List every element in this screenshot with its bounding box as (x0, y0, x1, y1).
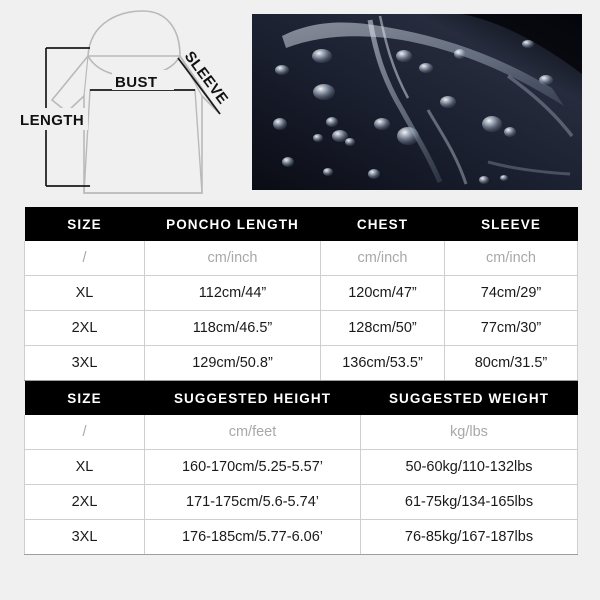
cell-chest: 120cm/47” (320, 275, 445, 311)
cell-sleeve: 80cm/31.5” (444, 345, 578, 381)
size-fit-table: SIZE SUGGESTED HEIGHT SUGGESTED WEIGHT /… (24, 381, 578, 555)
table-row: XL 112cm/44” 120cm/47” 74cm/29” (24, 275, 578, 311)
size-chart-tables: SIZE PONCHO LENGTH CHEST SLEEVE / cm/inc… (24, 207, 578, 555)
unit-cell-height: cm/feet (144, 415, 361, 450)
cell-suggested-height: 171-175cm/5.6-5.74’ (144, 484, 361, 520)
water-droplet (326, 117, 338, 127)
unit-cell-sleeve: cm/inch (444, 241, 578, 276)
water-droplet (397, 127, 419, 145)
cell-suggested-weight: 76-85kg/167-187lbs (360, 519, 578, 555)
cell-chest: 128cm/50” (320, 310, 445, 346)
column-header-size: SIZE (24, 207, 145, 241)
cell-suggested-height: 176-185cm/5.77-6.06’ (144, 519, 361, 555)
column-header-chest: CHEST (320, 207, 445, 241)
water-droplet (500, 175, 508, 181)
table-row: 3XL 129cm/50.8” 136cm/53.5” 80cm/31.5” (24, 345, 578, 381)
table-header-row: SIZE SUGGESTED HEIGHT SUGGESTED WEIGHT (24, 381, 578, 415)
top-illustration-area: LENGTH BUST SLEEVE (0, 0, 600, 200)
water-droplet (313, 84, 335, 100)
column-header-size: SIZE (24, 381, 145, 415)
water-droplet (345, 138, 355, 146)
cell-chest: 136cm/53.5” (320, 345, 445, 381)
sleeve-label: SLEEVE (181, 48, 232, 107)
column-header-poncho-length: PONCHO LENGTH (144, 207, 321, 241)
water-droplet (282, 157, 294, 167)
size-measurements-table: SIZE PONCHO LENGTH CHEST SLEEVE / cm/inc… (24, 207, 578, 381)
cell-poncho-length: 112cm/44” (144, 275, 321, 311)
column-header-suggested-height: SUGGESTED HEIGHT (144, 381, 361, 415)
cell-suggested-weight: 61-75kg/134-165lbs (360, 484, 578, 520)
column-header-suggested-weight: SUGGESTED WEIGHT (360, 381, 578, 415)
cell-size: XL (24, 275, 145, 311)
water-droplet (275, 65, 289, 75)
water-droplet (368, 169, 380, 179)
unit-cell-chest: cm/inch (320, 241, 445, 276)
table-row: / cm/inch cm/inch cm/inch (24, 241, 578, 276)
left-sleeve-seam (83, 55, 89, 97)
water-droplet (419, 63, 433, 73)
water-droplet (396, 50, 412, 62)
cell-poncho-length: 118cm/46.5” (144, 310, 321, 346)
water-droplet (312, 49, 332, 63)
water-droplet (313, 134, 323, 142)
cell-poncho-length: 129cm/50.8” (144, 345, 321, 381)
table-header-row: SIZE PONCHO LENGTH CHEST SLEEVE (24, 207, 578, 241)
water-droplet (504, 127, 516, 137)
unit-cell-weight: kg/lbs (360, 415, 578, 450)
table-row: XL 160-170cm/5.25-5.57’ 50-60kg/110-132l… (24, 449, 578, 485)
hood-outline (87, 10, 181, 57)
water-droplet (374, 118, 390, 130)
cell-sleeve: 74cm/29” (444, 275, 578, 311)
table-row: / cm/feet kg/lbs (24, 415, 578, 450)
length-label: LENGTH (20, 112, 84, 129)
cell-suggested-height: 160-170cm/5.25-5.57’ (144, 449, 361, 485)
cell-size: 2XL (24, 310, 145, 346)
unit-cell-size: / (24, 241, 145, 276)
bust-label: BUST (115, 74, 157, 91)
table-row: 2XL 171-175cm/5.6-5.74’ 61-75kg/134-165l… (24, 484, 578, 520)
unit-cell-size: / (24, 415, 145, 450)
cell-size: 3XL (24, 519, 145, 555)
water-droplet (482, 116, 502, 132)
cell-size: 2XL (24, 484, 145, 520)
water-droplet (479, 176, 489, 184)
skirt-panel (83, 89, 203, 194)
cell-size: 3XL (24, 345, 145, 381)
cell-suggested-weight: 50-60kg/110-132lbs (360, 449, 578, 485)
cell-size: XL (24, 449, 145, 485)
water-droplet (539, 75, 553, 85)
unit-cell-poncho-length: cm/inch (144, 241, 321, 276)
size-chart-page: LENGTH BUST SLEEVE SIZE PONCHO LENGTH CH… (0, 0, 600, 600)
water-droplet (454, 49, 466, 59)
water-droplet (440, 96, 456, 108)
poncho-measurement-diagram: LENGTH BUST SLEEVE (12, 8, 244, 196)
waterproof-fabric-photo (252, 14, 582, 190)
water-droplet (323, 168, 333, 176)
table-row: 3XL 176-185cm/5.77-6.06’ 76-85kg/167-187… (24, 519, 578, 555)
cell-sleeve: 77cm/30” (444, 310, 578, 346)
table-row: 2XL 118cm/46.5” 128cm/50” 77cm/30” (24, 310, 578, 346)
column-header-sleeve: SLEEVE (444, 207, 578, 241)
water-droplet (522, 40, 534, 48)
water-droplet (273, 118, 287, 130)
